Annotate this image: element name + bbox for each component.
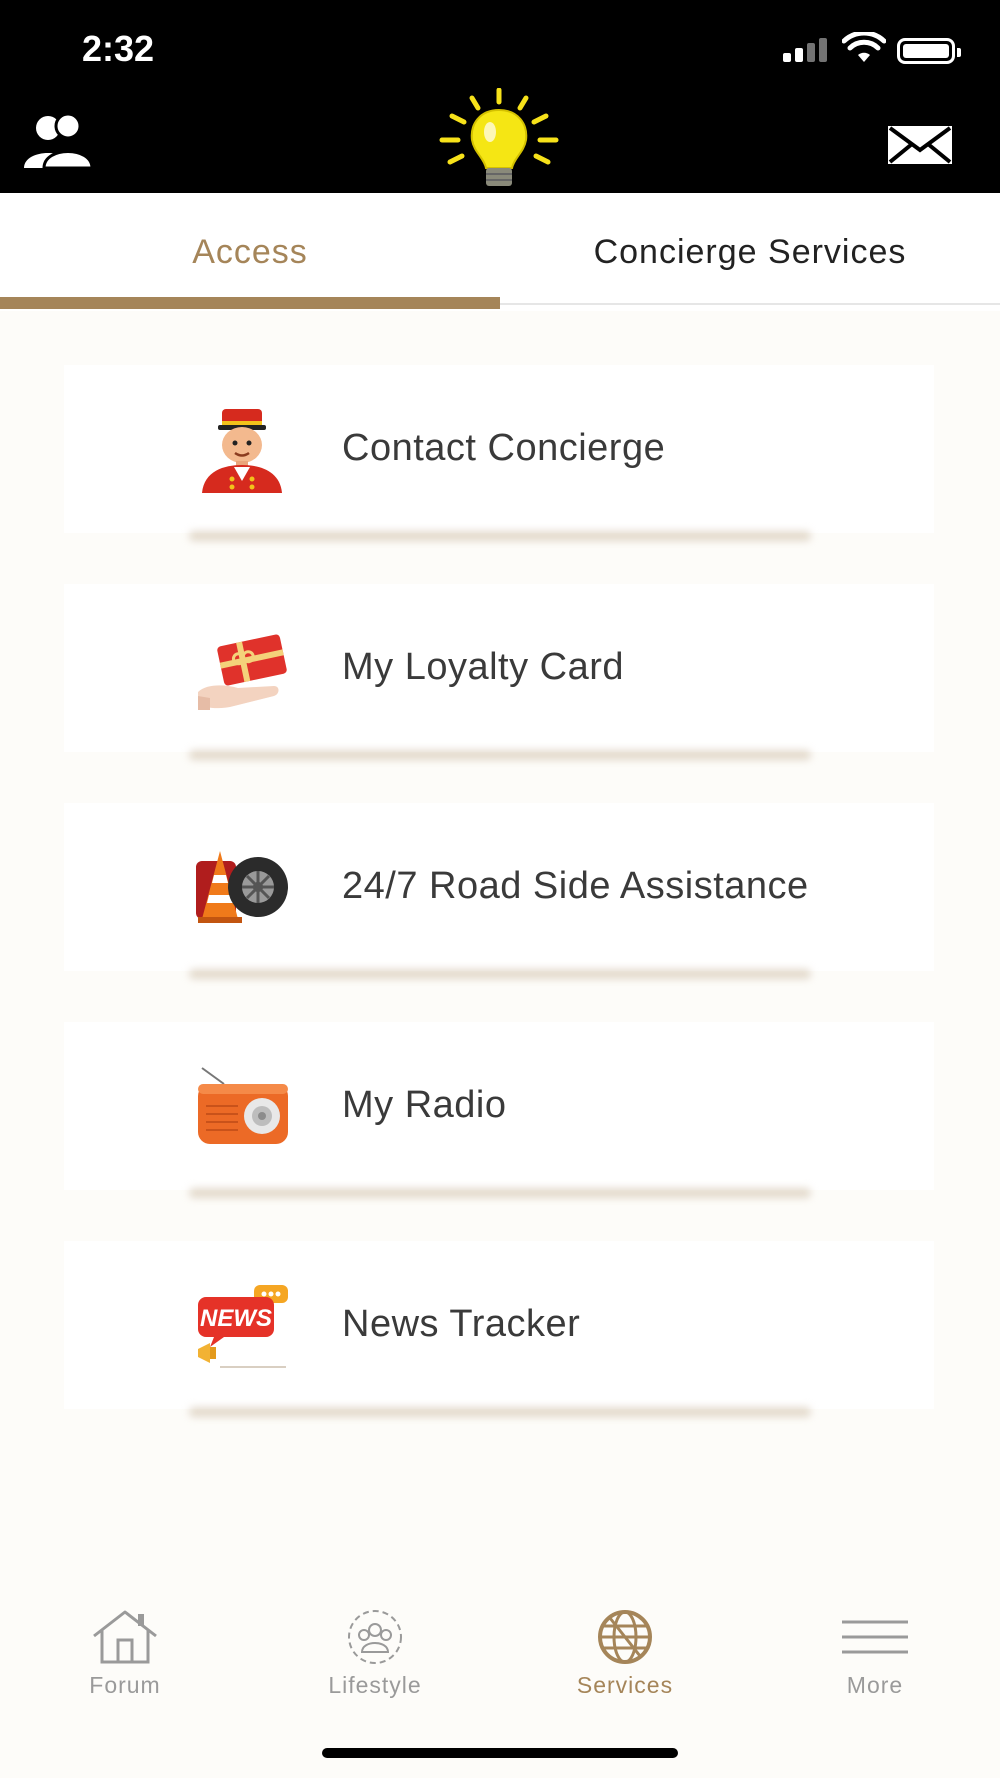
service-label: Contact Concierge: [342, 427, 666, 469]
tab-access-label: Access: [192, 233, 308, 271]
battery-icon: [897, 38, 961, 64]
service-label: 24/7 Road Side Assistance: [342, 865, 809, 907]
nav-more[interactable]: More: [750, 1608, 1000, 1708]
mail-icon[interactable]: [886, 124, 954, 166]
service-label: News Tracker: [342, 1303, 581, 1345]
globe-icon: [598, 1610, 652, 1664]
service-label: My Loyalty Card: [342, 646, 625, 688]
wifi-icon: [842, 32, 886, 62]
service-card-my-radio[interactable]: My Radio: [64, 1022, 934, 1198]
nav-services[interactable]: Services: [500, 1608, 750, 1708]
tab-concierge-label: Concierge Services: [593, 233, 907, 271]
nav-label: Services: [576, 1672, 674, 1698]
cellular-signal-icon: [783, 38, 829, 62]
home-icon: [93, 1610, 157, 1664]
active-tab-indicator: [0, 297, 500, 309]
top-bar: 2:32: [0, 0, 1000, 193]
roadside-icon: [196, 851, 288, 923]
tab-concierge-services[interactable]: Concierge Services: [500, 193, 1000, 311]
bellboy-icon: [202, 409, 282, 493]
nav-label: More: [846, 1672, 904, 1698]
people-circle-icon: [348, 1610, 402, 1664]
news-icon-text: NEWS: [200, 1305, 272, 1332]
nav-forum[interactable]: Forum: [0, 1608, 250, 1708]
menu-icon: [842, 1620, 908, 1654]
service-card-road-side-assistance[interactable]: 24/7 Road Side Assistance: [64, 803, 934, 979]
service-card-contact-concierge[interactable]: Contact Concierge: [64, 365, 934, 541]
service-card-my-loyalty-card[interactable]: My Loyalty Card: [64, 584, 934, 760]
home-indicator[interactable]: [322, 1748, 678, 1758]
tab-bar: Access Concierge Services: [0, 193, 1000, 311]
tab-divider: [500, 303, 1000, 305]
users-icon[interactable]: [22, 112, 94, 172]
status-time: 2:32: [82, 28, 155, 69]
nav-label: Lifestyle: [328, 1672, 422, 1698]
radio-icon: [198, 1067, 288, 1144]
gift-card-icon: [198, 634, 287, 710]
nav-label: Forum: [89, 1672, 161, 1698]
tab-access[interactable]: Access: [0, 193, 500, 311]
service-label: My Radio: [342, 1084, 507, 1126]
service-card-news-tracker[interactable]: NEWS News Tracker: [64, 1241, 934, 1417]
news-icon: NEWS: [198, 1285, 288, 1368]
lightbulb-icon: [439, 88, 559, 186]
nav-lifestyle[interactable]: Lifestyle: [250, 1608, 500, 1708]
